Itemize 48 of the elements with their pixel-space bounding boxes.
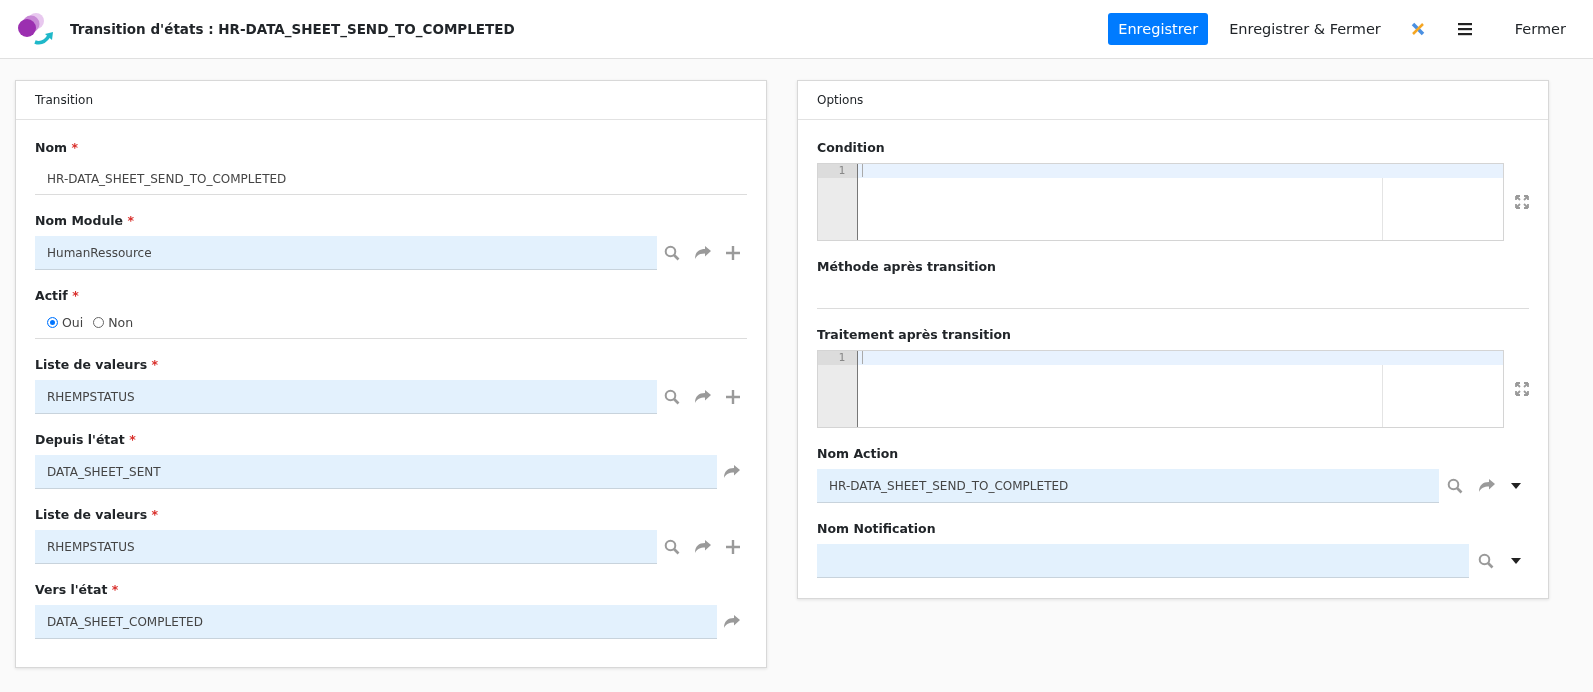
caret-icon[interactable] — [1510, 558, 1521, 564]
panel-title: Options — [817, 93, 864, 107]
share-arrow-icon[interactable] — [695, 540, 711, 554]
field-label: Actif * — [35, 288, 80, 303]
share-arrow-icon[interactable] — [695, 246, 711, 260]
field-label: Liste de valeurs * — [35, 357, 160, 372]
radio-option[interactable]: Oui — [47, 315, 84, 330]
field-label: Depuis l'état * — [35, 432, 137, 447]
plus-icon[interactable] — [725, 390, 740, 404]
field-label: Nom Notification — [817, 521, 937, 536]
radio-option[interactable]: Non — [93, 315, 134, 330]
share-arrow-icon[interactable] — [695, 390, 711, 404]
save-close-button[interactable]: Enregistrer & Fermer — [1220, 13, 1390, 45]
field-label: Liste de valeurs * — [35, 507, 160, 522]
search-icon[interactable] — [664, 389, 681, 405]
lookup-field[interactable] — [817, 544, 1469, 578]
page-title: Transition d'états : HR-DATA_SHEET_SEND_TO_COMPLETED — [70, 21, 516, 37]
search-icon[interactable] — [1477, 553, 1494, 569]
field-label: Méthode après transition — [817, 259, 997, 274]
field-label: Nom Action — [817, 446, 900, 461]
plus-icon[interactable] — [725, 246, 740, 260]
lookup-field[interactable]: RHEMPSTATUS — [35, 380, 657, 414]
share-arrow-icon[interactable] — [724, 615, 740, 629]
expand-icon[interactable] — [1515, 195, 1529, 209]
search-icon[interactable] — [664, 539, 681, 555]
field-label: Vers l'état * — [35, 582, 120, 597]
expand-icon[interactable] — [1515, 382, 1529, 396]
close-button[interactable]: Fermer — [1505, 13, 1575, 45]
lookup-field[interactable]: DATA_SHEET_SENT — [35, 455, 717, 489]
field-label: Traitement après transition — [817, 327, 1012, 342]
panel-title: Transition — [35, 93, 94, 107]
caret-icon[interactable] — [1511, 483, 1521, 489]
line-number: 1 — [818, 351, 857, 365]
lookup-field[interactable]: HumanRessource — [35, 236, 657, 270]
field-label: Nom * — [35, 140, 79, 155]
search-icon[interactable] — [1447, 478, 1463, 494]
share-arrow-icon[interactable] — [1479, 479, 1495, 493]
search-icon[interactable] — [664, 245, 681, 261]
field-label: Condition — [817, 140, 886, 155]
line-number: 1 — [818, 164, 857, 178]
lookup-field[interactable]: DATA_SHEET_COMPLETED — [35, 605, 717, 639]
share-arrow-icon[interactable] — [724, 465, 740, 479]
field-label: Nom Module * — [35, 213, 135, 228]
lookup-field[interactable]: HR-DATA_SHEET_SEND_TO_COMPLETED — [817, 469, 1439, 503]
text-field[interactable]: HR-DATA_SHEET_SEND_TO_COMPLETED — [35, 163, 747, 195]
save-button[interactable]: Enregistrer — [1108, 13, 1209, 45]
lookup-field[interactable]: RHEMPSTATUS — [35, 530, 657, 564]
plus-icon[interactable] — [725, 540, 740, 554]
